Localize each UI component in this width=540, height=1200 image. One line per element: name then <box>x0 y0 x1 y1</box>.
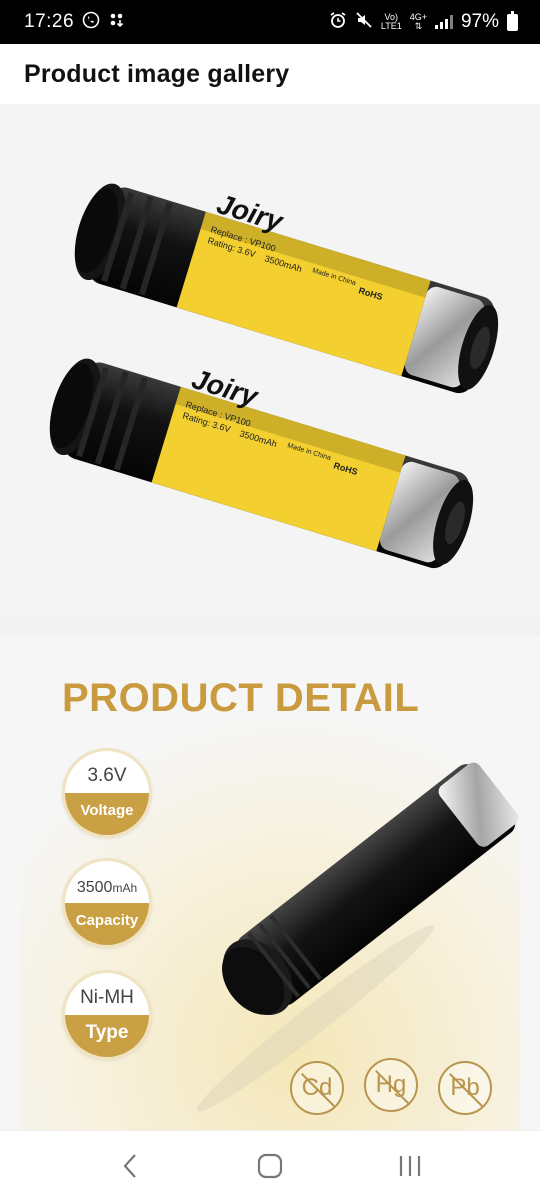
recents-button[interactable] <box>380 1141 440 1191</box>
system-nav-bar <box>0 1130 540 1200</box>
battery-2 <box>49 358 474 569</box>
no-lead-icon: Pb <box>438 1061 492 1115</box>
mute-icon <box>355 11 373 33</box>
status-time: 17:26 <box>24 11 75 32</box>
product-detail-title: PRODUCT DETAIL <box>62 676 420 720</box>
network-indicator: 4G+ ⇅ <box>410 13 427 31</box>
chevron-left-icon <box>123 1153 136 1178</box>
home-button[interactable] <box>240 1141 300 1191</box>
spec-value: 3500mAh <box>65 879 149 897</box>
battery-1 <box>74 183 499 394</box>
recents-icon <box>399 1155 421 1176</box>
gallery-image-product-detail[interactable]: PRODUCT DETAIL 3.6V Voltage 3500mAh Capa… <box>0 636 540 1130</box>
no-cadmium-icon: Cd <box>290 1061 344 1115</box>
alarm-icon <box>329 11 347 33</box>
capacity-unit: mAh <box>112 881 138 895</box>
data-arrows-icon: ⇅ <box>414 21 423 31</box>
spec-label: Capacity <box>65 903 149 945</box>
notification-dots-icon <box>108 11 126 33</box>
header: Product image gallery <box>0 44 540 104</box>
capacity-number: 3500 <box>76 879 113 896</box>
status-right: Vo) LTE1 4G+ ⇅ 97% <box>329 10 518 33</box>
whatsapp-icon <box>82 11 100 33</box>
spec-label: Type <box>65 1015 149 1057</box>
spec-badge-type: Ni-MH Type <box>62 970 152 1060</box>
back-button[interactable] <box>100 1141 160 1191</box>
no-mercury-icon: Hg <box>364 1058 418 1112</box>
gallery-image-battery-pair[interactable]: Joiry Replace : VP100 Rating: 3.6V 3500m… <box>0 104 540 616</box>
volte-indicator: Vo) LTE1 <box>381 13 402 31</box>
spec-label: Voltage <box>65 793 149 835</box>
home-icon <box>257 1153 283 1178</box>
battery-pair-illustration: Joiry Replace : VP100 Rating: 3.6V 3500m… <box>49 183 499 569</box>
status-left: 17:26 <box>24 11 126 33</box>
status-bar: 17:26 Vo) LTE1 4G+ ⇅ 97% <box>0 0 540 44</box>
battery-percent: 97% <box>460 11 499 32</box>
spec-badge-capacity: 3500mAh Capacity <box>62 858 152 948</box>
lte-label: LTE1 <box>380 21 402 31</box>
spec-value: 3.6V <box>87 765 127 786</box>
spec-value: Ni-MH <box>80 987 134 1008</box>
page-title: Product image gallery <box>24 59 290 88</box>
battery-icon <box>507 10 518 31</box>
signal-icon <box>434 15 453 29</box>
spec-badge-voltage: 3.6V Voltage <box>62 748 152 838</box>
